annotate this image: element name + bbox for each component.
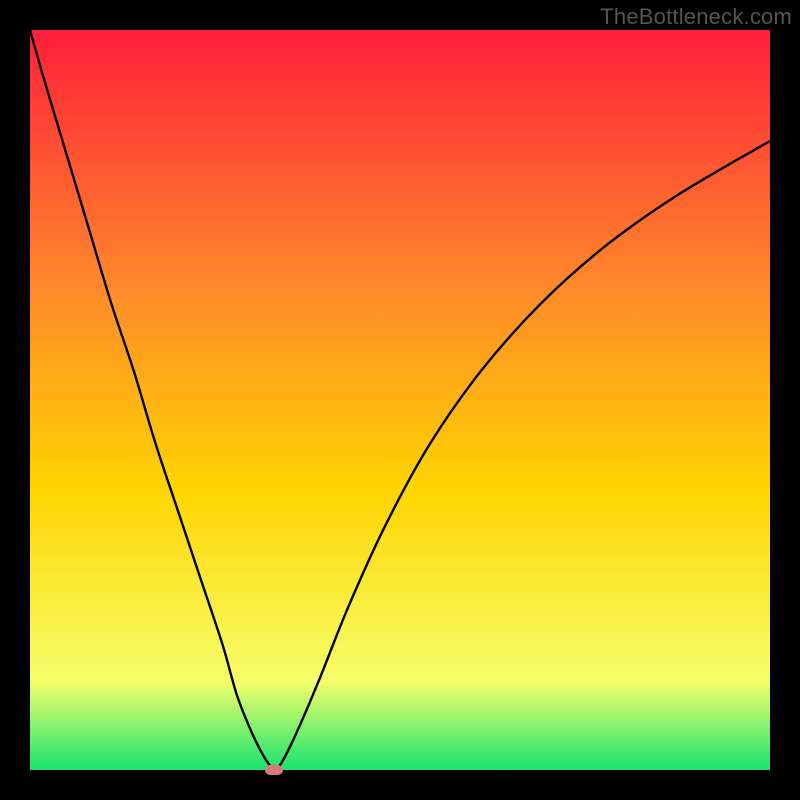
watermark-text: TheBottleneck.com xyxy=(600,4,792,30)
gradient-background xyxy=(30,30,770,770)
chart-canvas xyxy=(30,30,770,770)
optimum-marker xyxy=(265,765,283,775)
chart-frame xyxy=(30,30,770,770)
